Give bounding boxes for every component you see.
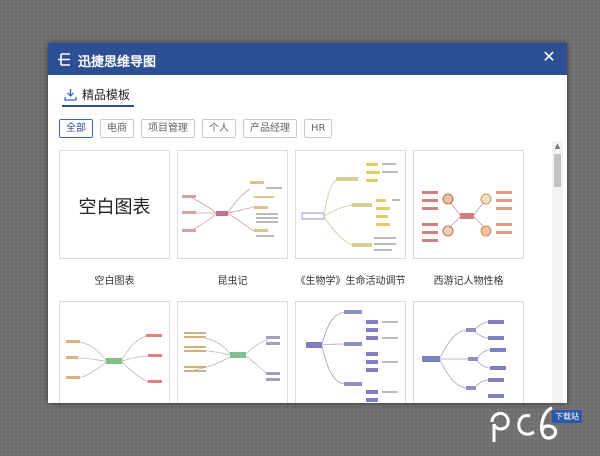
mindmap-preview (184, 332, 280, 381)
mindmap-preview (66, 334, 162, 383)
filter-all[interactable]: 全部 (59, 119, 93, 138)
mindmap-preview (422, 191, 512, 242)
site-watermark: 下载站 (488, 402, 594, 448)
template-caption: 《生物学》生命活动调节 (295, 276, 406, 287)
category-filters: 全部 电商 项目管理 个人 产品经理 HR (59, 119, 333, 138)
template-card-journey-west[interactable] (413, 150, 524, 259)
vertical-scrollbar[interactable]: ▲ (552, 141, 563, 403)
blank-preview-text: 空白图表 (78, 197, 151, 218)
tab-bar: 精品模板 (62, 83, 135, 107)
download-icon (64, 88, 77, 101)
template-grid: 空白图表 空白图表 昆虫记 《生物学》生命活动调节 西游记人物性格 (57, 148, 547, 403)
mindmap-preview (182, 181, 282, 237)
filter-project-management[interactable]: 项目管理 (141, 119, 195, 138)
filter-ecommerce[interactable]: 电商 (100, 119, 134, 138)
filter-hr[interactable]: HR (304, 119, 333, 138)
filter-personal[interactable]: 个人 (202, 119, 236, 138)
template-caption: 昆虫记 (217, 276, 248, 287)
template-caption: 空白图表 (94, 276, 135, 287)
template-card[interactable] (177, 301, 288, 403)
mindmap-preview (306, 310, 398, 402)
mindmap-preview (301, 163, 400, 251)
tab-label: 精品模板 (82, 87, 131, 102)
mindmap-app-icon (58, 53, 70, 66)
template-card-insects[interactable] (177, 150, 288, 259)
watermark-text: 下载站 (552, 410, 582, 423)
tab-premium-templates[interactable]: 精品模板 (62, 83, 135, 107)
template-card-biology[interactable] (295, 150, 406, 259)
template-caption: 西游记人物性格 (433, 276, 504, 287)
template-dialog: 迅捷思维导图 ✕ 精品模板 全部 电商 项目管理 个人 产品经理 HR 空白图表… (48, 43, 567, 403)
scroll-up-icon[interactable]: ▲ (552, 141, 563, 151)
mindmap-preview (422, 320, 506, 398)
pc6-logo-icon (490, 406, 558, 442)
template-card[interactable] (59, 301, 170, 403)
template-card-blank[interactable]: 空白图表 (59, 150, 170, 259)
template-card[interactable] (295, 301, 406, 403)
window-title: 迅捷思维导图 (78, 55, 157, 70)
template-card[interactable] (413, 301, 524, 403)
title-bar: 迅捷思维导图 ✕ (48, 43, 567, 75)
filter-product-manager[interactable]: 产品经理 (243, 119, 297, 138)
scrollbar-thumb[interactable] (554, 154, 561, 187)
close-icon[interactable]: ✕ (539, 47, 559, 67)
